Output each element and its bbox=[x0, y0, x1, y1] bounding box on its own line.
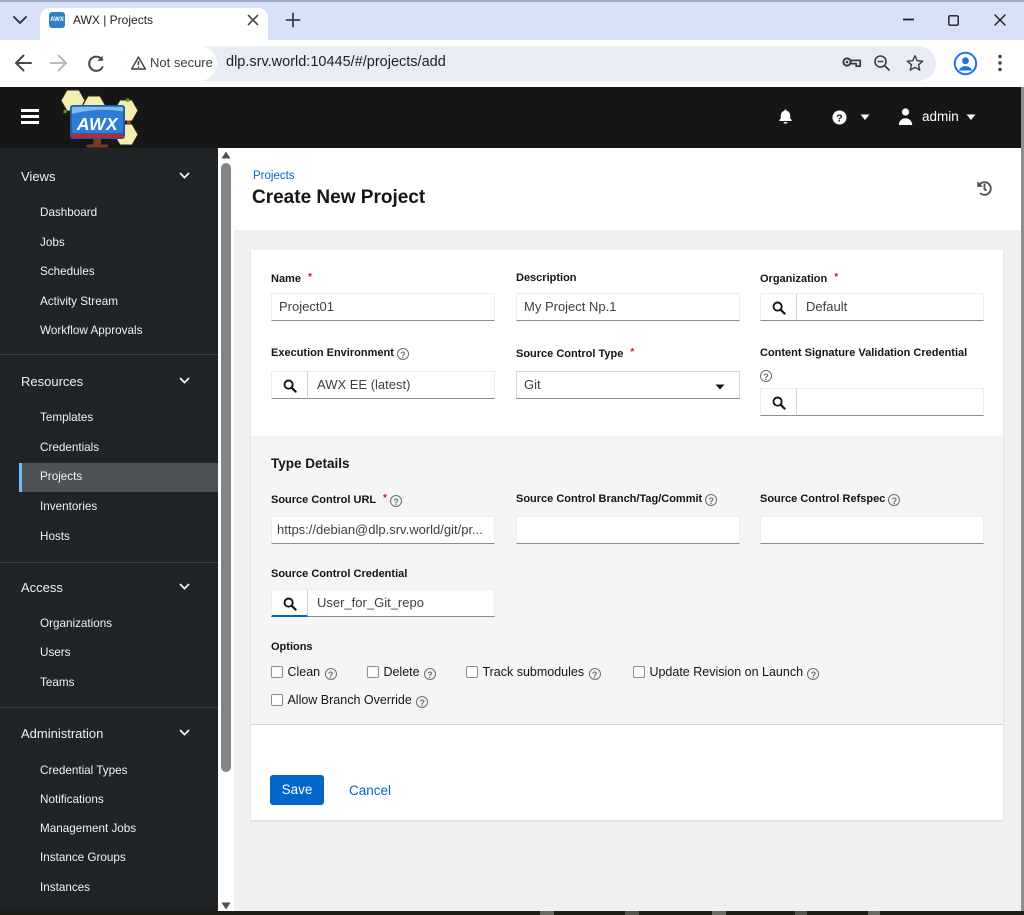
svg-text:?: ? bbox=[836, 112, 842, 124]
svg-text:AWX: AWX bbox=[76, 114, 119, 134]
